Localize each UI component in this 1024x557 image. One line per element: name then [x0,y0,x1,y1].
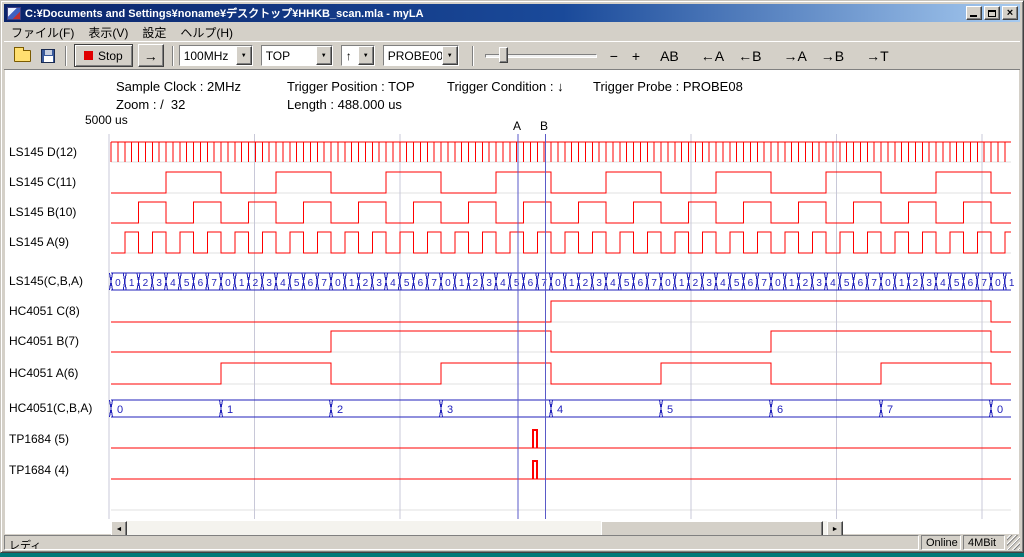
stop-button[interactable]: Stop [74,44,133,67]
resize-grip[interactable] [1007,535,1020,550]
goto-cursor-b-right-button[interactable]: →B [816,46,849,66]
zoom-out-button[interactable]: − [605,46,623,66]
goto-trigger-button[interactable]: →T [861,46,894,66]
menu-settings[interactable]: 設定 [135,23,173,42]
chevron-down-icon[interactable]: ▼ [236,46,252,65]
goto-cursor-a-right-button[interactable]: →A [778,46,811,66]
minimize-button[interactable] [966,6,982,20]
toolbar-separator [65,46,67,66]
stop-button-label: Stop [98,49,123,63]
client-area [5,70,1019,534]
app-icon [7,7,21,20]
channel-label-ls145-b: LS145 B(10) [9,205,76,219]
chevron-down-icon[interactable]: ▼ [358,46,374,65]
channel-label-hc4051-c: HC4051 C(8) [9,304,80,318]
open-folder-icon [14,50,31,62]
trigger-condition-text: Trigger Condition : ↓ [447,79,564,94]
chevron-down-icon[interactable]: ▼ [316,46,332,65]
cursor-b-label[interactable]: B [540,119,548,133]
sample-clock-text: Sample Clock : 2MHz [116,79,241,94]
trigger-probe-text: Trigger Probe : PROBE08 [593,79,743,94]
run-arrow-icon: → [144,48,158,64]
minimize-icon [970,15,977,17]
menu-view[interactable]: 表示(V) [81,23,135,42]
window-title: C:¥Documents and Settings¥noname¥デスクトップ¥… [25,5,966,21]
channel-label-ls145-a: LS145 A(9) [9,235,69,249]
floppy-disk-icon [41,49,55,63]
channel-label-tp1684-4: TP1684 (4) [9,463,69,477]
app-window: C:¥Documents and Settings¥noname¥デスクトップ¥… [0,0,1024,553]
timebase-division-label: 5000 us [85,113,128,127]
goto-cursor-a-left-button[interactable]: ←A [696,46,729,66]
maximize-icon [988,10,996,17]
maximize-button[interactable] [984,6,1000,20]
sample-clock-select[interactable]: 100MHz ▼ [179,45,253,66]
status-bar: レディ Online 4MBit [4,535,1020,550]
trigger-probe-select[interactable]: PROBE00 ▼ [383,45,459,66]
sample-clock-select-value: 100MHz [180,46,236,65]
chevron-down-icon[interactable]: ▼ [442,46,458,65]
zoom-slider[interactable] [485,44,597,67]
trigger-position-text: Trigger Position : TOP [287,79,415,94]
channel-label-hc4051-bus: HC4051(C,B,A) [9,401,92,415]
channel-label-ls145-bus: LS145(C,B,A) [9,274,83,288]
cursor-a-label[interactable]: A [513,119,521,133]
trigger-edge-select-value: ↑ [342,46,358,65]
menu-help[interactable]: ヘルプ(H) [173,23,240,42]
menu-file[interactable]: ファイル(F) [4,23,81,42]
trigger-position-select[interactable]: TOP ▼ [261,45,333,66]
status-ready: レディ [4,535,919,550]
channel-label-hc4051-a: HC4051 A(6) [9,366,78,380]
trigger-probe-select-value: PROBE00 [384,46,442,65]
channel-label-ls145-c: LS145 C(11) [9,175,76,189]
run-button[interactable]: → [138,44,164,67]
status-memory: 4MBit [963,535,1005,550]
channel-label-tp1684-5: TP1684 (5) [9,432,69,446]
goto-cursor-b-left-button[interactable]: ←B [733,46,766,66]
close-icon: × [1007,8,1013,18]
zoom-text: Zoom : / 32 [116,97,185,112]
stop-icon [84,51,93,60]
zoom-in-button[interactable]: + [627,46,645,66]
toolbar-separator [172,46,174,66]
length-text: Length : 488.000 us [287,97,402,112]
close-button[interactable]: × [1002,6,1018,20]
toolbar: Stop → 100MHz ▼ TOP ▼ ↑ ▼ PROBE00 ▼ − + … [4,41,1020,70]
menu-bar: ファイル(F) 表示(V) 設定 ヘルプ(H) [4,23,1020,41]
ab-cursors-button[interactable]: AB [655,46,684,66]
zoom-slider-thumb[interactable] [499,47,508,63]
channel-label-ls145-d: LS145 D(12) [9,145,77,159]
title-bar[interactable]: C:¥Documents and Settings¥noname¥デスクトップ¥… [4,4,1020,22]
trigger-edge-select[interactable]: ↑ ▼ [341,45,375,66]
toolbar-separator [472,46,474,66]
status-online: Online [921,535,961,550]
channel-label-hc4051-b: HC4051 B(7) [9,334,79,348]
window-controls: × [966,6,1018,20]
save-button[interactable] [35,44,60,67]
open-file-button[interactable] [10,44,35,67]
trigger-position-select-value: TOP [262,46,316,65]
